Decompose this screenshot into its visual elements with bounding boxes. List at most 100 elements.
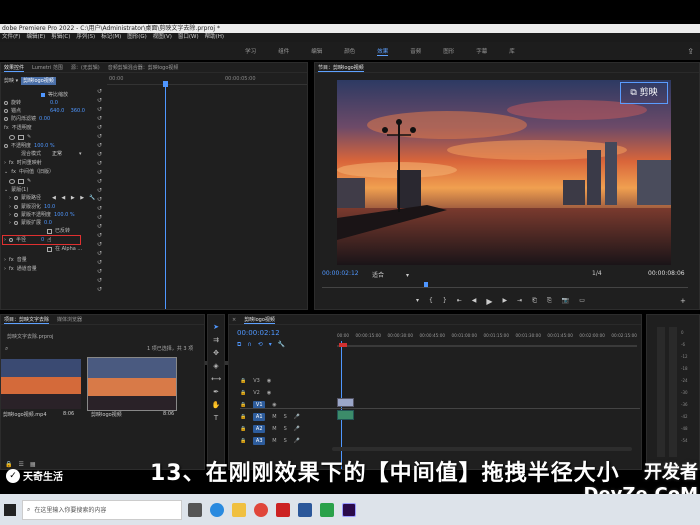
project-sequence-thumb[interactable] bbox=[87, 357, 177, 411]
pen-mask-icon[interactable]: ✎ bbox=[27, 177, 31, 185]
lock-icon[interactable]: 🔒 bbox=[5, 461, 12, 468]
slip-tool-icon[interactable]: ⟷ bbox=[211, 375, 221, 383]
alpha-checkbox[interactable] bbox=[47, 246, 52, 252]
workspace-audio[interactable]: 音频 bbox=[410, 47, 421, 55]
task-view-icon[interactable] bbox=[188, 502, 202, 517]
reset-icon[interactable]: ↺ bbox=[97, 159, 105, 168]
menu-help[interactable]: 帮助(H) bbox=[205, 33, 224, 42]
reset-icon[interactable]: ↺ bbox=[97, 105, 105, 114]
mask-track-controls[interactable]: ◀ ◀ ▶ ▶ bbox=[52, 194, 86, 202]
timeline-scrollbar[interactable] bbox=[332, 447, 632, 451]
reset-icon[interactable]: ↺ bbox=[97, 186, 105, 195]
program-video-frame[interactable]: ⧉ 剪映 bbox=[337, 80, 671, 265]
expand-icon[interactable]: › bbox=[4, 236, 6, 244]
flicker-value[interactable]: 0.00 bbox=[39, 115, 50, 123]
mask-expansion-value[interactable]: 0.0 bbox=[44, 219, 52, 227]
effect-row-label[interactable]: 音量 bbox=[17, 256, 27, 264]
expand-icon[interactable]: › bbox=[9, 203, 11, 211]
workspace-captions[interactable]: 字幕 bbox=[476, 47, 487, 55]
track-label[interactable]: A2 bbox=[253, 425, 266, 433]
effect-row-label[interactable]: 蒙版(1) bbox=[11, 186, 28, 194]
rect-mask-icon[interactable] bbox=[18, 134, 24, 140]
stopwatch-icon[interactable] bbox=[14, 196, 18, 200]
mark-in-icon[interactable]: { bbox=[429, 297, 433, 306]
expand-icon[interactable]: › bbox=[4, 265, 6, 273]
audio-clip[interactable] bbox=[337, 410, 354, 420]
reset-icon[interactable]: ↺ bbox=[97, 276, 105, 285]
uniform-scale-checkbox[interactable] bbox=[41, 93, 45, 97]
video-clip[interactable] bbox=[337, 398, 354, 407]
reset-icon[interactable]: ↺ bbox=[97, 204, 105, 213]
effect-row-label[interactable]: 通道音量 bbox=[17, 265, 37, 273]
mute-button[interactable]: M bbox=[272, 414, 276, 420]
stopwatch-icon[interactable] bbox=[4, 144, 8, 148]
extract-icon[interactable]: ⎘ bbox=[547, 297, 552, 306]
program-playhead[interactable] bbox=[424, 282, 428, 287]
workspace-libraries[interactable]: 库 bbox=[509, 47, 515, 55]
solo-button[interactable]: S bbox=[284, 438, 287, 444]
tab-audio-mixer[interactable]: 音频剪辑混合器：剪映logo视频 bbox=[108, 64, 179, 71]
effect-playhead[interactable] bbox=[165, 83, 166, 309]
program-zoom-select[interactable]: 1/4 bbox=[592, 270, 602, 277]
taskbar-search[interactable]: ⌕ 在这里输入你要搜索的内容 bbox=[22, 499, 182, 520]
word-icon[interactable] bbox=[298, 502, 312, 517]
effect-row-label[interactable]: 中间值（旧版） bbox=[19, 168, 54, 176]
program-mini-timeline[interactable] bbox=[322, 282, 688, 288]
timeline-timecode[interactable]: 00:00:02:12 bbox=[237, 329, 280, 337]
reset-icon[interactable]: ↺ bbox=[97, 141, 105, 150]
nest-icon[interactable]: ⧉ bbox=[237, 341, 241, 349]
linked-selection-icon[interactable]: ⟲ bbox=[258, 341, 263, 349]
edge-icon[interactable] bbox=[210, 502, 224, 517]
reset-icon[interactable]: ↺ bbox=[97, 123, 105, 132]
stopwatch-icon[interactable] bbox=[14, 221, 18, 225]
workspace-learn[interactable]: 学习 bbox=[245, 47, 256, 55]
stopwatch-icon[interactable] bbox=[4, 101, 8, 105]
reset-icon[interactable]: ↺ bbox=[97, 132, 105, 141]
menu-sequence[interactable]: 序列(S) bbox=[76, 33, 95, 42]
expand-icon[interactable]: › bbox=[9, 211, 11, 219]
pen-mask-icon[interactable]: ✎ bbox=[27, 133, 31, 141]
razor-tool-icon[interactable]: ◈ bbox=[213, 362, 218, 370]
ellipse-mask-icon[interactable] bbox=[9, 134, 15, 140]
go-to-in-icon[interactable]: ⇤ bbox=[457, 297, 462, 306]
lock-icon[interactable]: 🔒 bbox=[240, 414, 246, 420]
solo-button[interactable]: S bbox=[284, 414, 287, 420]
timeline-in-marker[interactable] bbox=[339, 343, 347, 347]
expand-icon[interactable]: ⌄ bbox=[4, 168, 8, 176]
add-marker-icon[interactable]: ▾ bbox=[416, 297, 419, 306]
compare-view-icon[interactable]: ▭ bbox=[579, 297, 585, 306]
project-search-icon[interactable]: ⌕ bbox=[5, 345, 8, 353]
expand-icon[interactable]: › bbox=[4, 159, 6, 167]
add-marker-icon[interactable]: ▾ bbox=[269, 341, 272, 349]
stopwatch-icon[interactable] bbox=[14, 213, 18, 217]
mic-icon[interactable]: 🎤 bbox=[294, 426, 300, 432]
workspace-assembly[interactable]: 组件 bbox=[278, 47, 289, 55]
expand-icon[interactable]: ⌄ bbox=[4, 186, 8, 194]
stopwatch-icon[interactable] bbox=[4, 109, 8, 113]
expand-icon[interactable]: › bbox=[9, 219, 11, 227]
menu-view[interactable]: 视图(V) bbox=[153, 33, 172, 42]
step-forward-icon[interactable]: ▶ bbox=[502, 297, 507, 306]
rect-mask-icon[interactable] bbox=[18, 178, 24, 184]
windows-start-icon[interactable] bbox=[4, 503, 16, 516]
menu-graphics[interactable]: 图形(G) bbox=[127, 33, 147, 42]
effect-dropdown[interactable]: 剪映 ▾ bbox=[4, 77, 18, 85]
lock-icon[interactable]: 🔒 bbox=[240, 426, 246, 432]
settings-icon[interactable]: 🔧 bbox=[278, 341, 285, 349]
menu-file[interactable]: 文件(F) bbox=[2, 33, 20, 42]
eye-icon[interactable]: ◉ bbox=[267, 390, 271, 396]
snap-icon[interactable]: ∩ bbox=[247, 341, 251, 349]
menu-clip[interactable]: 剪辑(C) bbox=[51, 33, 70, 42]
track-divider[interactable] bbox=[240, 408, 640, 409]
list-view-icon[interactable]: ☰ bbox=[18, 461, 23, 468]
reset-icon[interactable]: ↺ bbox=[97, 114, 105, 123]
tab-sequence[interactable]: 剪映logo视频 bbox=[244, 316, 275, 324]
inverted-checkbox[interactable] bbox=[47, 228, 52, 234]
mic-icon[interactable]: 🎤 bbox=[294, 414, 300, 420]
workspace-color[interactable]: 颜色 bbox=[344, 47, 355, 55]
program-fit-select[interactable]: 适合 ▾ bbox=[372, 270, 409, 279]
tab-media-browser[interactable]: 媒体浏览器 bbox=[57, 316, 82, 323]
timeline-work-area[interactable] bbox=[337, 345, 637, 347]
reset-icon[interactable]: ↺ bbox=[97, 213, 105, 222]
reset-icon[interactable]: ↺ bbox=[97, 267, 105, 276]
